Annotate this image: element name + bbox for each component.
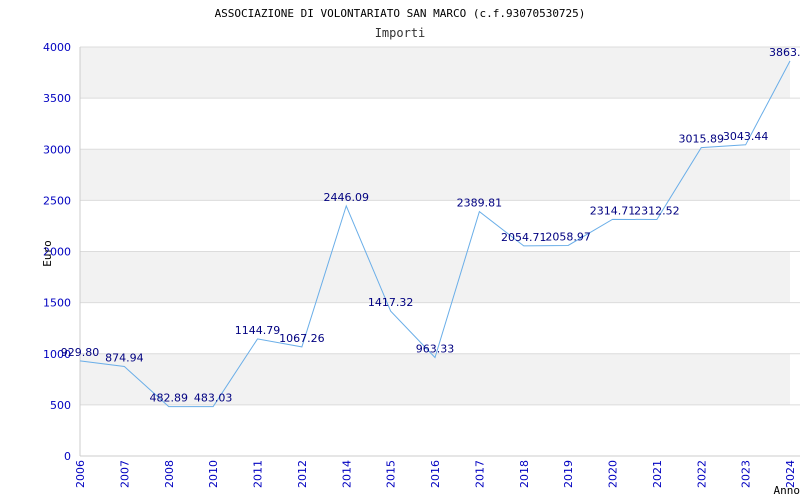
data-label-2016: 963.33	[416, 342, 455, 355]
band-0	[80, 404, 790, 456]
x-tick-2023: 2023	[740, 460, 753, 488]
data-label-2007: 874.94	[105, 352, 144, 365]
y-tick-3500: 3500	[43, 92, 71, 105]
data-label-2022: 3015.89	[679, 133, 725, 146]
y-axis-label: Euro	[41, 240, 54, 267]
x-axis-label: Anno	[774, 484, 800, 497]
y-tick-500: 500	[50, 399, 71, 412]
x-tick-2010: 2010	[207, 460, 220, 488]
data-label-2020: 2314.71	[590, 204, 636, 217]
y-tick-3000: 3000	[43, 143, 71, 156]
data-label-2006: 929.80	[61, 346, 100, 359]
data-label-2012: 1067.26	[279, 332, 325, 345]
x-tick-2022: 2022	[695, 460, 708, 488]
band-7	[80, 47, 790, 99]
data-label-2024: 3863.0	[769, 46, 800, 59]
x-tick-2007: 2007	[118, 460, 131, 488]
data-label-2015: 1417.32	[368, 296, 414, 309]
data-label-2008: 482.89	[150, 392, 189, 405]
band-4	[80, 200, 790, 252]
x-tick-2006: 2006	[74, 460, 87, 488]
x-tick-2018: 2018	[518, 460, 531, 488]
y-tick-4000: 4000	[43, 41, 71, 54]
data-label-2014: 2446.09	[324, 191, 370, 204]
line-chart: 05001000150020002500300035004000 2006 200…	[41, 7, 800, 497]
data-label-2017: 2389.81	[457, 197, 503, 210]
data-label-2011: 1144.79	[235, 324, 281, 337]
x-tick-2015: 2015	[385, 460, 398, 488]
data-label-2019: 2058.97	[545, 230, 591, 243]
x-axis-tick-labels: 2006 2007 2008 2010 2011 2012 2014 2015 2016 2017…	[74, 460, 797, 488]
x-tick-2020: 2020	[607, 460, 620, 488]
y-tick-1500: 1500	[43, 297, 71, 310]
y-tick-0: 0	[64, 450, 71, 463]
y-tick-2500: 2500	[43, 194, 71, 207]
chart-subtitle: Importi	[375, 26, 426, 40]
x-tick-2012: 2012	[296, 460, 309, 488]
data-label-2018: 2054.71	[501, 231, 547, 244]
x-tick-2008: 2008	[163, 460, 176, 488]
data-label-2023: 3043.44	[723, 130, 769, 143]
x-tick-2011: 2011	[252, 460, 265, 488]
chart-title: ASSOCIAZIONE DI VOLONTARIATO SAN MARCO (…	[215, 7, 586, 20]
band-5	[80, 149, 790, 201]
x-tick-2019: 2019	[562, 460, 575, 488]
x-tick-2014: 2014	[340, 460, 353, 488]
band-3	[80, 251, 790, 303]
data-label-2021: 2312.52	[634, 205, 680, 218]
x-tick-2021: 2021	[651, 460, 664, 488]
x-tick-2017: 2017	[473, 460, 486, 488]
data-label-2010: 483.03	[194, 392, 233, 405]
x-tick-2016: 2016	[429, 460, 442, 488]
